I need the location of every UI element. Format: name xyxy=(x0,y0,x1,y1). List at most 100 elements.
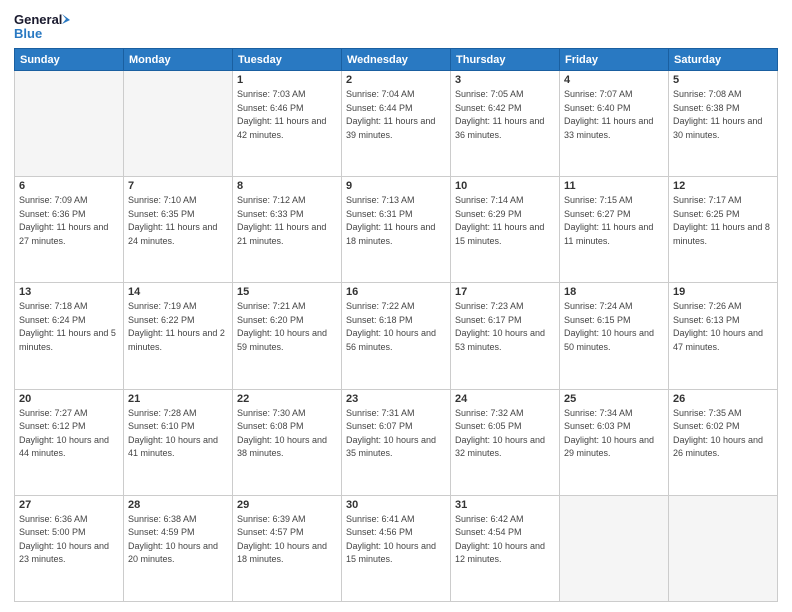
day-number: 10 xyxy=(455,180,555,192)
day-number: 1 xyxy=(237,74,337,86)
daylight-text: Daylight: 10 hours and 53 minutes. xyxy=(455,327,555,354)
sunset-text: Sunset: 6:38 PM xyxy=(673,102,773,116)
sunrise-text: Sunrise: 7:27 AM xyxy=(19,407,119,421)
sunrise-text: Sunrise: 7:09 AM xyxy=(19,194,119,208)
sunset-text: Sunset: 6:35 PM xyxy=(128,208,228,222)
sunset-text: Sunset: 6:07 PM xyxy=(346,420,446,434)
calendar-cell: 14Sunrise: 7:19 AMSunset: 6:22 PMDayligh… xyxy=(124,283,233,389)
daylight-text: Daylight: 10 hours and 41 minutes. xyxy=(128,434,228,461)
sunset-text: Sunset: 6:18 PM xyxy=(346,314,446,328)
sunset-text: Sunset: 6:08 PM xyxy=(237,420,337,434)
calendar-cell: 16Sunrise: 7:22 AMSunset: 6:18 PMDayligh… xyxy=(342,283,451,389)
logo-svg: GeneralBlue xyxy=(14,10,74,42)
sunset-text: Sunset: 6:46 PM xyxy=(237,102,337,116)
calendar-cell xyxy=(669,495,778,601)
calendar-cell: 30Sunrise: 6:41 AMSunset: 4:56 PMDayligh… xyxy=(342,495,451,601)
day-number: 20 xyxy=(19,393,119,405)
sunrise-text: Sunrise: 6:42 AM xyxy=(455,513,555,527)
sunrise-text: Sunrise: 7:03 AM xyxy=(237,88,337,102)
sunset-text: Sunset: 6:13 PM xyxy=(673,314,773,328)
day-number: 4 xyxy=(564,74,664,86)
calendar-cell: 10Sunrise: 7:14 AMSunset: 6:29 PMDayligh… xyxy=(451,177,560,283)
sunset-text: Sunset: 4:56 PM xyxy=(346,526,446,540)
calendar-cell xyxy=(124,71,233,177)
sunrise-text: Sunrise: 7:13 AM xyxy=(346,194,446,208)
sunset-text: Sunset: 6:03 PM xyxy=(564,420,664,434)
weekday-header: Friday xyxy=(560,49,669,71)
calendar-cell: 31Sunrise: 6:42 AMSunset: 4:54 PMDayligh… xyxy=(451,495,560,601)
day-number: 14 xyxy=(128,286,228,298)
sunset-text: Sunset: 6:36 PM xyxy=(19,208,119,222)
daylight-text: Daylight: 10 hours and 44 minutes. xyxy=(19,434,119,461)
sunset-text: Sunset: 6:33 PM xyxy=(237,208,337,222)
day-number: 17 xyxy=(455,286,555,298)
daylight-text: Daylight: 11 hours and 15 minutes. xyxy=(455,221,555,248)
daylight-text: Daylight: 10 hours and 18 minutes. xyxy=(237,540,337,567)
day-number: 28 xyxy=(128,499,228,511)
daylight-text: Daylight: 11 hours and 42 minutes. xyxy=(237,115,337,142)
sunrise-text: Sunrise: 7:22 AM xyxy=(346,300,446,314)
daylight-text: Daylight: 10 hours and 26 minutes. xyxy=(673,434,773,461)
weekday-header: Wednesday xyxy=(342,49,451,71)
calendar-cell: 23Sunrise: 7:31 AMSunset: 6:07 PMDayligh… xyxy=(342,389,451,495)
daylight-text: Daylight: 11 hours and 8 minutes. xyxy=(673,221,773,248)
day-number: 3 xyxy=(455,74,555,86)
calendar-cell: 26Sunrise: 7:35 AMSunset: 6:02 PMDayligh… xyxy=(669,389,778,495)
day-number: 21 xyxy=(128,393,228,405)
sunrise-text: Sunrise: 7:17 AM xyxy=(673,194,773,208)
day-number: 13 xyxy=(19,286,119,298)
daylight-text: Daylight: 11 hours and 21 minutes. xyxy=(237,221,337,248)
day-number: 12 xyxy=(673,180,773,192)
sunrise-text: Sunrise: 7:30 AM xyxy=(237,407,337,421)
calendar-cell: 7Sunrise: 7:10 AMSunset: 6:35 PMDaylight… xyxy=(124,177,233,283)
calendar-cell: 19Sunrise: 7:26 AMSunset: 6:13 PMDayligh… xyxy=(669,283,778,389)
calendar-cell: 11Sunrise: 7:15 AMSunset: 6:27 PMDayligh… xyxy=(560,177,669,283)
sunrise-text: Sunrise: 6:41 AM xyxy=(346,513,446,527)
day-number: 6 xyxy=(19,180,119,192)
calendar-cell: 29Sunrise: 6:39 AMSunset: 4:57 PMDayligh… xyxy=(233,495,342,601)
calendar-cell: 18Sunrise: 7:24 AMSunset: 6:15 PMDayligh… xyxy=(560,283,669,389)
calendar-cell: 4Sunrise: 7:07 AMSunset: 6:40 PMDaylight… xyxy=(560,71,669,177)
sunrise-text: Sunrise: 7:05 AM xyxy=(455,88,555,102)
sunrise-text: Sunrise: 7:26 AM xyxy=(673,300,773,314)
calendar-table: SundayMondayTuesdayWednesdayThursdayFrid… xyxy=(14,48,778,602)
calendar-cell: 2Sunrise: 7:04 AMSunset: 6:44 PMDaylight… xyxy=(342,71,451,177)
sunset-text: Sunset: 6:29 PM xyxy=(455,208,555,222)
daylight-text: Daylight: 11 hours and 5 minutes. xyxy=(19,327,119,354)
calendar-cell: 25Sunrise: 7:34 AMSunset: 6:03 PMDayligh… xyxy=(560,389,669,495)
daylight-text: Daylight: 10 hours and 23 minutes. xyxy=(19,540,119,567)
daylight-text: Daylight: 11 hours and 2 minutes. xyxy=(128,327,228,354)
weekday-header: Thursday xyxy=(451,49,560,71)
day-number: 27 xyxy=(19,499,119,511)
sunrise-text: Sunrise: 7:21 AM xyxy=(237,300,337,314)
weekday-header: Sunday xyxy=(15,49,124,71)
svg-text:Blue: Blue xyxy=(14,26,42,41)
sunrise-text: Sunrise: 6:39 AM xyxy=(237,513,337,527)
sunrise-text: Sunrise: 7:10 AM xyxy=(128,194,228,208)
day-number: 22 xyxy=(237,393,337,405)
daylight-text: Daylight: 10 hours and 20 minutes. xyxy=(128,540,228,567)
day-number: 31 xyxy=(455,499,555,511)
day-number: 18 xyxy=(564,286,664,298)
sunrise-text: Sunrise: 7:12 AM xyxy=(237,194,337,208)
daylight-text: Daylight: 11 hours and 24 minutes. xyxy=(128,221,228,248)
sunrise-text: Sunrise: 7:32 AM xyxy=(455,407,555,421)
calendar-cell: 27Sunrise: 6:36 AMSunset: 5:00 PMDayligh… xyxy=(15,495,124,601)
daylight-text: Daylight: 10 hours and 15 minutes. xyxy=(346,540,446,567)
weekday-header: Monday xyxy=(124,49,233,71)
day-number: 24 xyxy=(455,393,555,405)
calendar-cell: 1 Sunrise: 7:03 AMSunset: 6:46 PMDaylight… xyxy=(233,71,342,177)
calendar-cell: 13Sunrise: 7:18 AMSunset: 6:24 PMDayligh… xyxy=(15,283,124,389)
calendar-week-row: 6 Sunrise: 7:09 AMSunset: 6:36 PM Daylight… xyxy=(15,177,778,283)
day-number: 9 xyxy=(346,180,446,192)
daylight-text: Daylight: 11 hours and 30 minutes. xyxy=(673,115,773,142)
sunset-text: Sunset: 6:27 PM xyxy=(564,208,664,222)
sunrise-text: Sunrise: 7:07 AM xyxy=(564,88,664,102)
sunset-text: Sunset: 6:42 PM xyxy=(455,102,555,116)
daylight-text: Daylight: 10 hours and 12 minutes. xyxy=(455,540,555,567)
day-number: 23 xyxy=(346,393,446,405)
day-number: 16 xyxy=(346,286,446,298)
calendar-cell: 12Sunrise: 7:17 AMSunset: 6:25 PMDayligh… xyxy=(669,177,778,283)
sunset-text: Sunset: 6:22 PM xyxy=(128,314,228,328)
sunrise-text: Sunrise: 7:24 AM xyxy=(564,300,664,314)
